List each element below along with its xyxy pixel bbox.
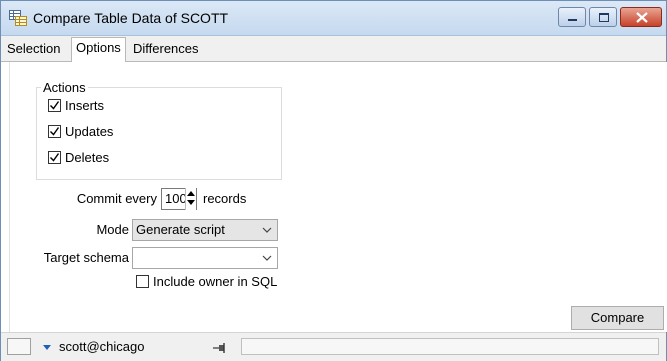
table-compare-icon <box>9 10 27 26</box>
include-owner-label: Include owner in SQL <box>153 274 278 289</box>
close-button[interactable] <box>620 7 662 27</box>
checkmark-icon <box>50 153 60 162</box>
chevron-down-icon <box>262 255 272 261</box>
checkmark-icon <box>50 127 60 136</box>
title-bar[interactable]: Compare Table Data of SCOTT <box>1 1 666 36</box>
commit-every-label: Commit every <box>76 191 157 206</box>
records-label: records <box>203 191 247 206</box>
updates-checkbox[interactable] <box>48 125 61 138</box>
commit-every-value: 100 <box>165 191 187 206</box>
minimize-button[interactable] <box>558 7 586 27</box>
target-schema-label: Target schema <box>43 250 129 265</box>
deletes-checkbox[interactable] <box>48 151 61 164</box>
actions-group-label: Actions <box>41 80 88 95</box>
tab-selection[interactable]: Selection <box>3 39 64 60</box>
target-schema-select[interactable] <box>132 247 278 269</box>
connection-selector[interactable]: scott@chicago <box>37 338 237 355</box>
maximize-button[interactable] <box>589 7 617 27</box>
compare-button[interactable]: Compare <box>571 306 664 330</box>
tab-options[interactable]: Options <box>71 37 126 62</box>
connection-name: scott@chicago <box>59 339 145 354</box>
inserts-checkbox-row[interactable]: Inserts <box>48 97 104 115</box>
close-icon <box>636 12 648 23</box>
mode-select[interactable]: Generate script <box>132 219 278 241</box>
include-owner-row[interactable]: Include owner in SQL <box>136 273 277 291</box>
updates-checkbox-row[interactable]: Updates <box>48 123 113 141</box>
chevron-down-icon <box>262 227 272 233</box>
maximize-icon <box>599 13 609 22</box>
pin-icon[interactable] <box>213 341 227 356</box>
commit-spinner[interactable] <box>185 188 196 210</box>
deletes-checkbox-row[interactable]: Deletes <box>48 149 109 167</box>
compare-button-label: Compare <box>590 310 645 325</box>
dropdown-triangle-icon <box>43 338 51 355</box>
include-owner-checkbox[interactable] <box>136 275 149 288</box>
inserts-label: Inserts <box>65 98 105 113</box>
compare-table-data-window: Compare Table Data of SCOTT Selection Op… <box>0 0 667 361</box>
mode-label: Mode <box>96 222 129 237</box>
window-title: Compare Table Data of SCOTT <box>33 10 229 26</box>
checkmark-icon <box>50 101 60 110</box>
deletes-label: Deletes <box>65 150 110 165</box>
status-indicator <box>7 338 31 355</box>
status-bar: scott@chicago <box>1 332 666 361</box>
mode-value: Generate script <box>136 222 225 237</box>
minimize-icon <box>568 19 577 21</box>
tab-strip: Selection Options Differences <box>1 36 666 62</box>
inserts-checkbox[interactable] <box>48 99 61 112</box>
status-message-area <box>241 338 659 355</box>
updates-label: Updates <box>65 124 114 139</box>
tab-differences[interactable]: Differences <box>129 39 203 60</box>
spinner-arrows-icon <box>187 191 195 205</box>
options-panel: Actions Inserts Updates Deletes Commit e… <box>9 62 667 332</box>
